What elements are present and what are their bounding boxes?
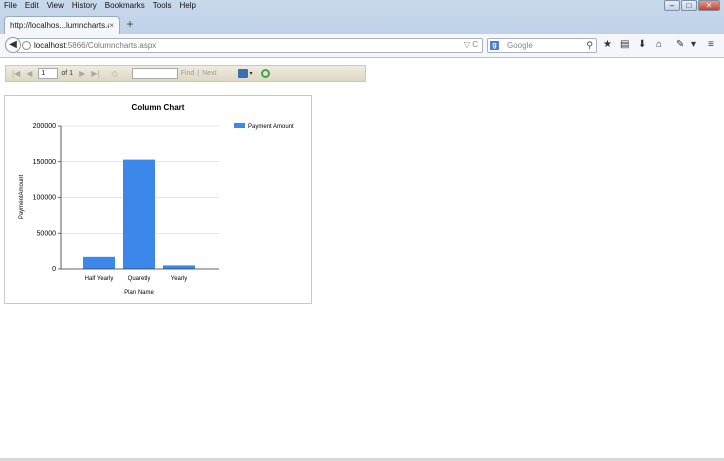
url-path: :5866/Columncharts.aspx	[65, 41, 157, 50]
x-tick-label: Yearly	[171, 276, 187, 282]
maximize-button[interactable]: □	[681, 0, 697, 11]
tab-strip: http://localhos...lumncharts.aspx × +	[0, 14, 724, 34]
url-host: localhost	[34, 41, 66, 50]
export-icon[interactable]	[238, 69, 249, 78]
url-text: localhost:5866/Columncharts.aspx	[34, 41, 156, 50]
column-chart: Column Chart PaymentAmount Plan Name 0 50…	[19, 103, 294, 296]
bar-half-yearly	[83, 256, 115, 269]
next-page-icon[interactable]: ▶	[79, 69, 85, 78]
search-box[interactable]: g Google ⚲	[487, 38, 597, 53]
google-icon[interactable]: g	[490, 41, 499, 50]
close-window-button[interactable]: ✕	[698, 0, 720, 11]
address-bar[interactable]: localhost:5866/Columncharts.aspx ▽ C	[17, 38, 483, 53]
chart-panel: Column Chart PaymentAmount Plan Name 0 50…	[4, 95, 312, 304]
find-text-input[interactable]	[131, 68, 178, 79]
previous-page-icon[interactable]: ◀	[26, 69, 32, 78]
bookmark-star-icon[interactable]: ★	[603, 39, 612, 51]
window-controls: – □ ✕	[663, 0, 720, 11]
y-tick-label: 50000	[37, 230, 57, 237]
navigation-bar: localhost:5866/Columncharts.aspx ▽ C ◀ g…	[0, 34, 724, 58]
page-number-input[interactable]: 1	[38, 68, 59, 79]
first-page-icon[interactable]: |◀	[12, 69, 20, 78]
addon-dropdown-icon[interactable]: ▾	[691, 39, 696, 51]
y-tick-label: 100000	[33, 195, 56, 202]
menu-help[interactable]: Help	[175, 0, 199, 12]
bar-quaretly	[123, 159, 155, 269]
last-page-icon[interactable]: ▶|	[91, 69, 99, 78]
chart-title: Column Chart	[132, 103, 185, 112]
menu-tools[interactable]: Tools	[149, 0, 176, 12]
x-tick-label: Quaretly	[128, 276, 151, 282]
find-separator: |	[197, 70, 200, 77]
refresh-icon[interactable]	[260, 69, 270, 78]
tab-title: http://localhos...lumncharts.aspx	[10, 21, 109, 30]
back-button[interactable]: ◀	[5, 37, 21, 53]
report-viewer-toolbar: |◀ ◀ 1 of 1 ▶ ▶| ◇ Find | Next ▾	[5, 65, 366, 82]
browser-chrome: File Edit View History Bookmarks Tools H…	[0, 0, 724, 58]
minimize-button[interactable]: –	[664, 0, 680, 11]
reload-icon[interactable]: ▽ C	[464, 40, 478, 49]
export-dropdown-icon[interactable]: ▾	[249, 70, 252, 77]
legend-label: Payment Amount	[248, 124, 294, 130]
x-axis-label: Plan Name	[124, 290, 154, 296]
downloads-icon[interactable]: ⬇	[638, 39, 646, 51]
x-tick-label: Half Yearly	[85, 276, 114, 282]
tab-close-icon[interactable]: ×	[109, 21, 114, 30]
new-tab-button[interactable]: +	[123, 18, 137, 32]
back-to-parent-icon[interactable]: ◇	[111, 69, 117, 78]
y-tick-label: 0	[52, 266, 56, 273]
menu-edit[interactable]: Edit	[21, 0, 43, 12]
bar-yearly	[163, 265, 195, 269]
menu-history[interactable]: History	[68, 0, 101, 12]
menu-view[interactable]: View	[43, 0, 68, 12]
browser-tab[interactable]: http://localhos...lumncharts.aspx ×	[4, 16, 120, 34]
find-link[interactable]: Find	[181, 70, 195, 77]
globe-icon	[22, 41, 31, 50]
menu-icon[interactable]: ≡	[708, 39, 714, 51]
legend-swatch	[234, 123, 245, 128]
home-icon[interactable]: ⌂	[656, 39, 662, 51]
menu-file[interactable]: File	[0, 0, 21, 12]
y-tick-label: 200000	[33, 123, 56, 130]
menu-bar: File Edit View History Bookmarks Tools H…	[0, 0, 200, 12]
menu-bookmarks[interactable]: Bookmarks	[101, 0, 149, 12]
y-tick-label: 150000	[33, 159, 56, 166]
find-next-link[interactable]: Next	[202, 70, 216, 77]
search-icon[interactable]: ⚲	[586, 40, 593, 51]
addon-icon[interactable]: ✎	[676, 39, 684, 51]
search-input[interactable]: Google	[507, 41, 533, 50]
bookmarks-list-icon[interactable]: ▤	[620, 39, 629, 51]
y-axis-label: PaymentAmount	[19, 174, 25, 219]
page-count: of 1	[61, 70, 74, 77]
